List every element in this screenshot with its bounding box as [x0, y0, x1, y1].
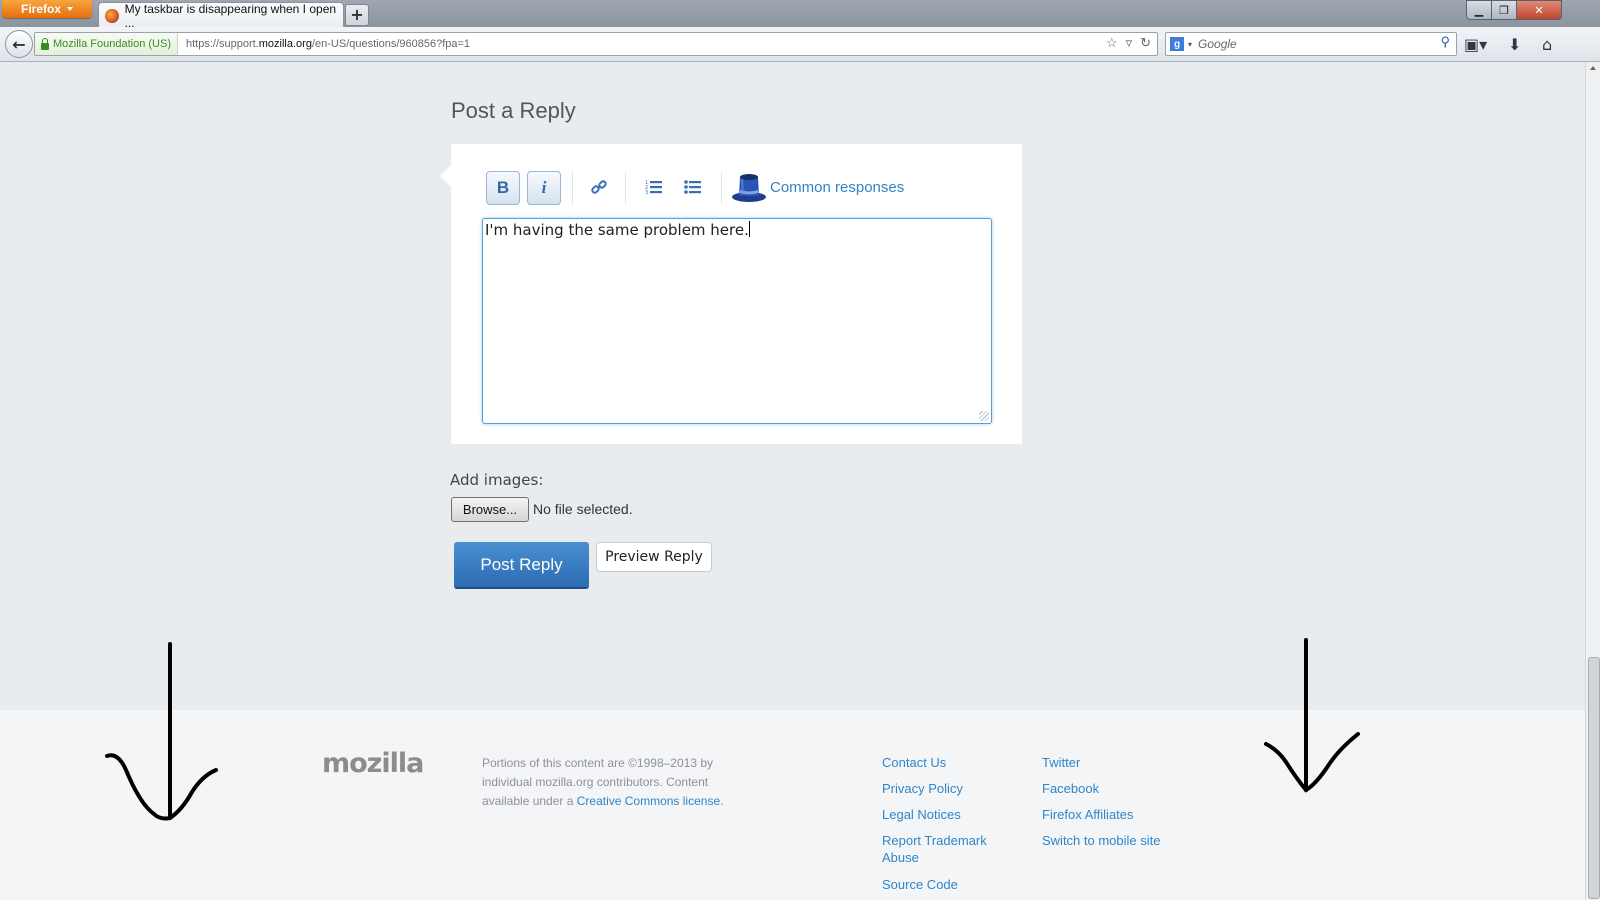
engine-dropdown-icon[interactable]: ▾	[1188, 40, 1192, 49]
search-input[interactable]: Google	[1198, 37, 1237, 51]
bookmark-star-icon[interactable]: ☆	[1106, 35, 1118, 51]
toolbar-divider	[721, 172, 722, 204]
page-scrollbar[interactable]	[1585, 62, 1600, 900]
navigation-toolbar: ← Mozilla Foundation (US) https://suppor…	[0, 27, 1600, 62]
footer-link-contact-us[interactable]: Contact Us	[882, 754, 946, 771]
common-responses-link[interactable]: Common responses	[770, 179, 904, 196]
footer-link-twitter[interactable]: Twitter	[1042, 754, 1080, 771]
back-button[interactable]: ←	[5, 30, 33, 58]
reload-icon[interactable]: ↻	[1140, 35, 1151, 51]
reply-text: I'm having the same problem here.	[485, 221, 749, 239]
footer-link-source-code[interactable]: Source Code	[882, 876, 958, 893]
downloads-icon[interactable]: ⬇	[1508, 35, 1521, 54]
minimize-button[interactable]: ▁	[1466, 0, 1492, 20]
hand-drawn-arrow-right	[1264, 638, 1360, 793]
reply-textarea[interactable]: I'm having the same problem here.	[482, 218, 992, 424]
bold-button[interactable]: B	[486, 171, 520, 205]
scrollbar-thumb[interactable]	[1588, 657, 1600, 899]
add-images-label: Add images:	[450, 471, 544, 489]
reply-editor-card: B i 123 Common responses I'm having the …	[451, 144, 1022, 444]
copyright-notice: Portions of this content are ©1998–2013 …	[482, 756, 724, 808]
search-icon[interactable]: ⚲	[1440, 34, 1450, 50]
lock-icon	[41, 37, 49, 50]
url-text: https://support.mozilla.org/en-US/questi…	[186, 38, 471, 50]
scroll-up-arrow-icon[interactable]	[1590, 66, 1596, 70]
bulleted-list-icon[interactable]	[682, 176, 704, 198]
chevron-down-icon	[67, 7, 73, 11]
post-reply-button[interactable]: Post Reply	[454, 542, 589, 587]
url-bar[interactable]: Mozilla Foundation (US) https://support.…	[34, 32, 1158, 56]
bookmarks-menu-icon[interactable]: ▣▾	[1464, 35, 1487, 54]
resize-grip-icon[interactable]	[979, 411, 989, 421]
italic-button[interactable]: i	[527, 171, 561, 205]
footer-link-facebook[interactable]: Facebook	[1042, 780, 1099, 797]
browse-button[interactable]: Browse...	[451, 497, 529, 522]
firefox-menu-button[interactable]: Firefox	[2, 0, 92, 18]
window-titlebar: Firefox My taskbar is disappearing when …	[0, 0, 1600, 30]
history-dropdown-icon[interactable]: ▿	[1126, 35, 1133, 51]
footer-link-firefox-affiliates[interactable]: Firefox Affiliates	[1042, 806, 1134, 823]
search-bar[interactable]: g ▾ Google ⚲	[1165, 32, 1457, 56]
text-cursor	[748, 221, 750, 237]
post-reply-heading: Post a Reply	[451, 98, 576, 123]
footer-link-switch-to-mobile[interactable]: Switch to mobile site	[1042, 832, 1161, 849]
site-identity-label: Mozilla Foundation (US)	[53, 38, 171, 50]
firefox-favicon-icon	[105, 8, 119, 23]
magic-hat-icon[interactable]	[731, 168, 767, 204]
creative-commons-link[interactable]: Creative Commons license	[577, 794, 720, 808]
back-arrow-icon: ←	[12, 34, 26, 54]
link-icon[interactable]	[588, 176, 610, 198]
preview-reply-button[interactable]: Preview Reply	[596, 542, 712, 572]
toolbar-divider	[625, 172, 626, 204]
maximize-button[interactable]: ❐	[1491, 0, 1517, 20]
footer-link-privacy-policy[interactable]: Privacy Policy	[882, 780, 963, 797]
close-window-button[interactable]: ✕	[1516, 0, 1562, 20]
svg-text:3: 3	[645, 190, 648, 196]
new-tab-button[interactable]: +	[345, 4, 369, 26]
mozilla-logo[interactable]: mozilla	[322, 748, 424, 779]
numbered-list-icon[interactable]: 123	[643, 176, 665, 198]
google-engine-icon[interactable]: g	[1170, 37, 1184, 51]
firefox-menu-label: Firefox	[20, 2, 61, 16]
file-status: No file selected.	[533, 501, 633, 517]
tab-title: My taskbar is disappearing when I open .…	[124, 1, 337, 30]
toolbar-divider	[572, 172, 573, 204]
footer-link-legal-notices[interactable]: Legal Notices	[882, 806, 961, 823]
card-pointer	[440, 165, 451, 187]
home-icon[interactable]: ⌂	[1542, 35, 1552, 54]
browser-tab-active[interactable]: My taskbar is disappearing when I open .…	[98, 1, 344, 30]
hand-drawn-arrow-left	[105, 642, 218, 821]
site-identity-button[interactable]: Mozilla Foundation (US)	[35, 33, 178, 55]
footer-link-report-trademark-abuse[interactable]: Report Trademark Abuse	[882, 832, 1002, 866]
